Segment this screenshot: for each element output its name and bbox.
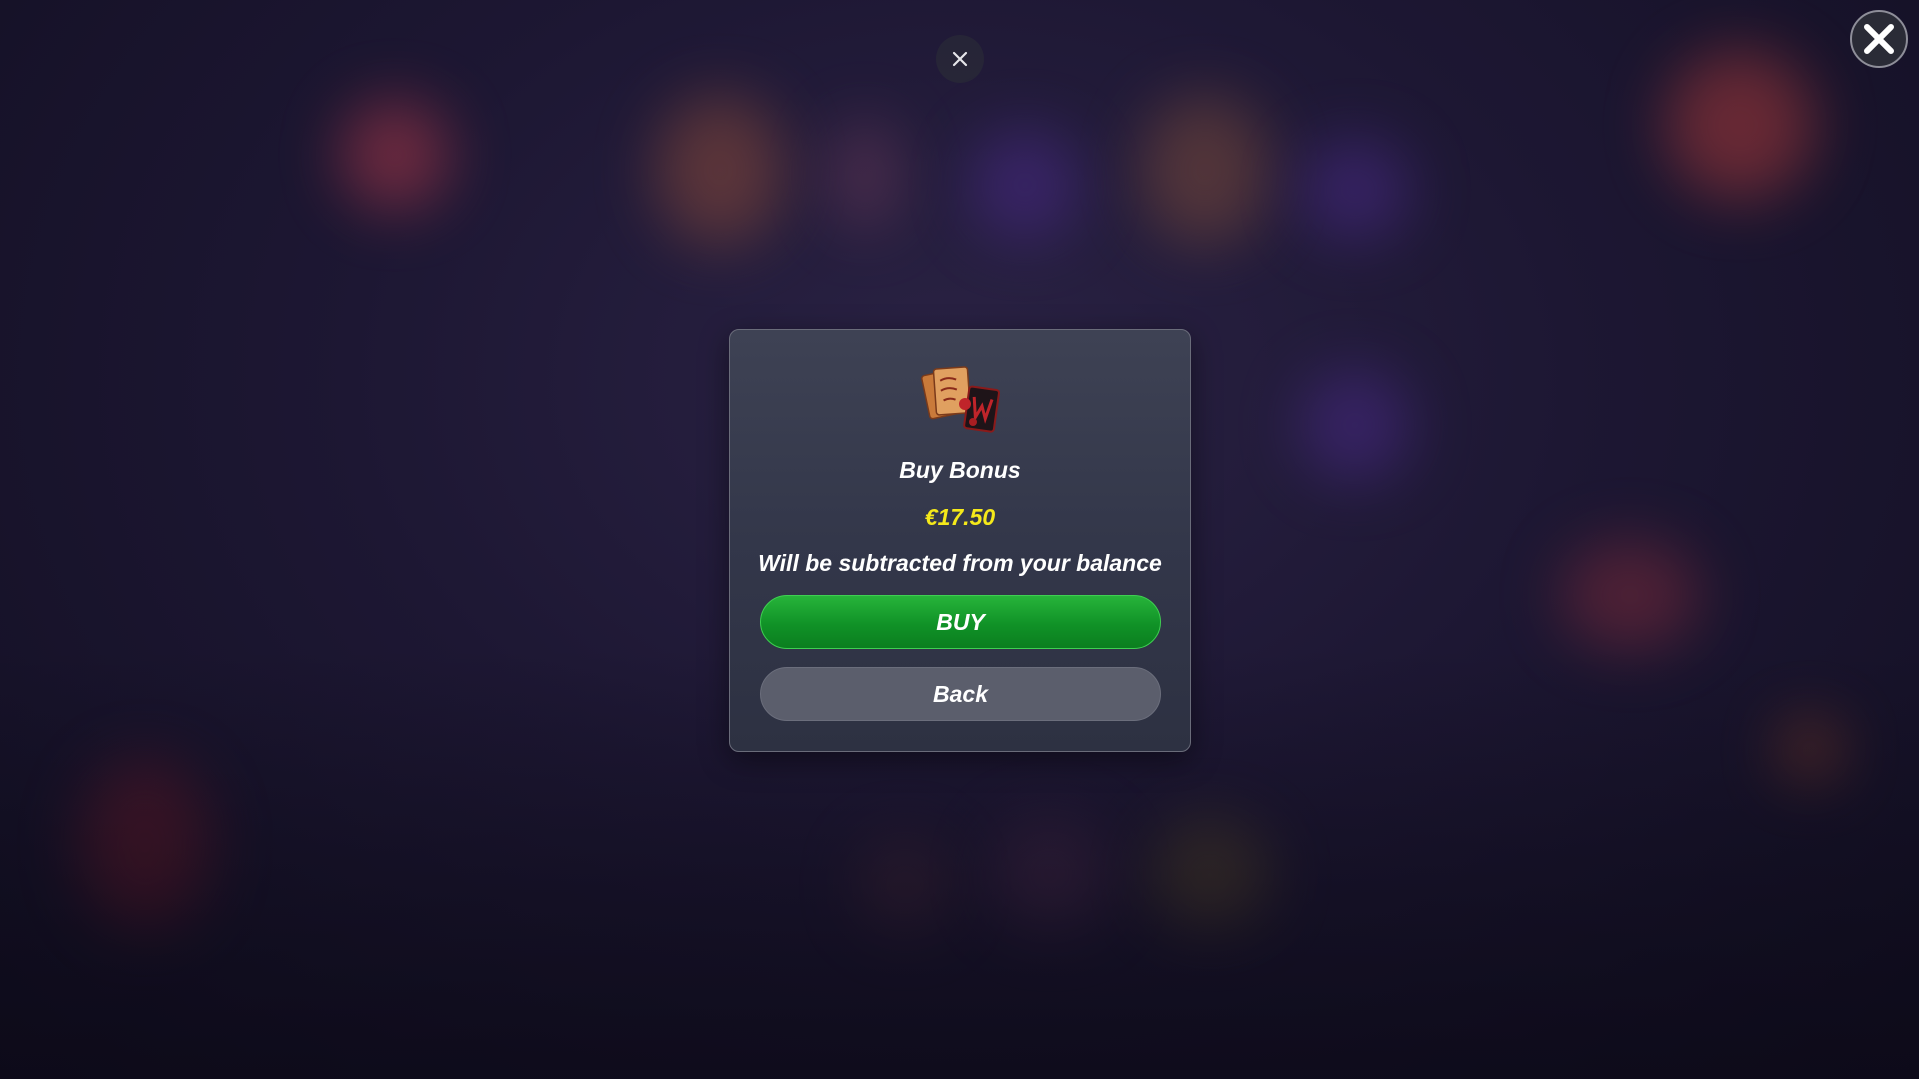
buy-button[interactable]: BUY — [760, 595, 1161, 649]
back-button[interactable]: Back — [760, 667, 1161, 721]
close-icon — [1864, 24, 1894, 54]
buy-bonus-dialog: Buy Bonus €17.50 Will be subtracted from… — [729, 329, 1191, 752]
corner-close-button[interactable] — [1850, 10, 1908, 68]
dialog-title: Buy Bonus — [899, 457, 1021, 483]
close-icon — [952, 51, 968, 67]
back-button-label: Back — [933, 680, 988, 707]
top-close-button[interactable] — [936, 35, 984, 83]
bonus-cards-icon — [921, 366, 1000, 433]
buy-button-label: BUY — [936, 608, 985, 635]
balance-note: Will be subtracted from your balance — [758, 550, 1162, 576]
bonus-price: €17.50 — [924, 504, 996, 530]
